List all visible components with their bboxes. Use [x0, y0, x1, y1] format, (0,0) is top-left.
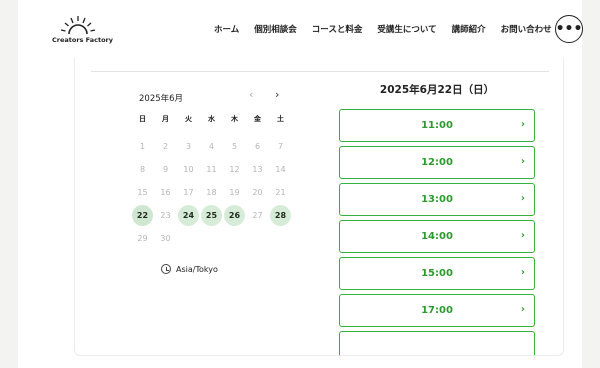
- weekday-tue: 火: [185, 115, 192, 123]
- timezone-label: Asia/Tokyo: [176, 264, 218, 274]
- calendar-day-16: 16: [160, 188, 171, 197]
- chevron-right-icon: ›: [520, 193, 525, 204]
- time-slot-button-partial[interactable]: [339, 331, 535, 355]
- calendar-day-14: 14: [275, 165, 286, 174]
- booking-widget: 2025年6月 ‹ › 日 月 火 水 木 金 土 1 2 3 4 5 6 7 8 9 10 11 1…: [74, 58, 564, 356]
- main-nav: ホーム 個別相談会 コースと料金 受講生について 講師紹介 お問い合わせ: [214, 23, 567, 35]
- time-slot-button[interactable]: 13:00 ›: [339, 183, 535, 216]
- calendar-day-24[interactable]: 24: [178, 205, 199, 226]
- calendar-day-30: 30: [160, 234, 171, 243]
- chevron-right-icon: ›: [520, 267, 525, 278]
- calendar-day-4: 4: [208, 142, 215, 151]
- weekday-fri: 金: [254, 115, 261, 123]
- time-slot-button[interactable]: 11:00 ›: [339, 109, 535, 142]
- calendar-day-9: 9: [162, 165, 169, 174]
- clock-icon: [161, 264, 171, 274]
- page: Creators Factory ホーム 個別相談会 コースと料金 受講生につい…: [18, 0, 583, 368]
- calendar-day-22[interactable]: 22: [132, 205, 153, 226]
- divider: [91, 71, 549, 72]
- calendar-day-21: 21: [275, 188, 286, 197]
- time-slot-button[interactable]: 14:00 ›: [339, 220, 535, 253]
- calendar-day-29: 29: [137, 234, 148, 243]
- time-slot-label: 15:00: [421, 268, 453, 279]
- logo-text: Creators Factory: [52, 36, 113, 44]
- nav-students[interactable]: 受講生について: [377, 23, 436, 35]
- chevron-right-icon: ›: [520, 230, 525, 241]
- time-slot-label: 13:00: [421, 194, 453, 205]
- calendar-day-23: 23: [160, 211, 171, 220]
- time-slot-label: 11:00: [421, 120, 453, 131]
- time-slot-label: 14:00: [421, 231, 453, 242]
- nav-courses-pricing[interactable]: コースと料金: [312, 23, 363, 35]
- calendar-month-label: 2025年6月: [139, 94, 184, 104]
- logo[interactable]: Creators Factory: [52, 14, 113, 44]
- chevron-right-icon: ›: [520, 119, 525, 130]
- selected-date-heading: 2025年6月22日（日）: [379, 84, 495, 96]
- weekday-sun: 日: [139, 115, 146, 123]
- calendar-day-5: 5: [231, 142, 238, 151]
- calendar-day-7: 7: [277, 142, 284, 151]
- time-slot-button[interactable]: 15:00 ›: [339, 257, 535, 290]
- time-slot-label: 17:00: [421, 305, 453, 316]
- calendar-day-11: 11: [206, 165, 217, 174]
- more-horizontal-icon: •••: [555, 21, 583, 37]
- calendar-grid: 日 月 火 水 木 金 土 1 2 3 4 5 6 7 8 9 10 11 12 13 14 15 16 17 1…: [131, 113, 292, 251]
- calendar-day-8: 8: [139, 165, 146, 174]
- weekday-thu: 木: [231, 115, 238, 123]
- nav-instructors[interactable]: 講師紹介: [452, 23, 486, 35]
- calendar-day-17: 17: [183, 188, 194, 197]
- calendar-day-27: 27: [252, 211, 263, 220]
- calendar-day-28[interactable]: 28: [270, 205, 291, 226]
- calendar-day-15: 15: [137, 188, 148, 197]
- nav-home[interactable]: ホーム: [214, 23, 239, 35]
- calendar-day-3: 3: [185, 142, 192, 151]
- sunrise-logo-icon: [60, 16, 96, 35]
- menu-button[interactable]: •••: [555, 15, 583, 43]
- weekday-sat: 土: [277, 115, 284, 123]
- calendar-day-20: 20: [252, 188, 263, 197]
- calendar-day-25[interactable]: 25: [201, 205, 222, 226]
- nav-consultation[interactable]: 個別相談会: [254, 23, 297, 35]
- calendar-day-19: 19: [229, 188, 240, 197]
- time-slot-button[interactable]: 17:00 ›: [339, 294, 535, 327]
- prev-month-chevron-icon[interactable]: ‹: [249, 89, 253, 100]
- chevron-right-icon: ›: [520, 156, 525, 167]
- weekday-wed: 水: [208, 115, 215, 123]
- calendar-day-1: 1: [139, 142, 146, 151]
- calendar-day-2: 2: [162, 142, 169, 151]
- weekday-mon: 月: [162, 115, 169, 123]
- next-month-chevron-icon[interactable]: ›: [275, 89, 279, 100]
- nav-contact[interactable]: お問い合わせ: [501, 23, 552, 35]
- calendar-day-26[interactable]: 26: [224, 205, 245, 226]
- timezone: Asia/Tokyo: [161, 264, 218, 274]
- calendar-day-13: 13: [252, 165, 263, 174]
- calendar-day-18: 18: [206, 188, 217, 197]
- calendar-day-10: 10: [183, 165, 194, 174]
- chevron-right-icon: ›: [520, 304, 525, 315]
- calendar-day-6: 6: [254, 142, 261, 151]
- time-slot-label: 12:00: [421, 157, 453, 168]
- calendar-day-12: 12: [229, 165, 240, 174]
- time-slot-button[interactable]: 12:00 ›: [339, 146, 535, 179]
